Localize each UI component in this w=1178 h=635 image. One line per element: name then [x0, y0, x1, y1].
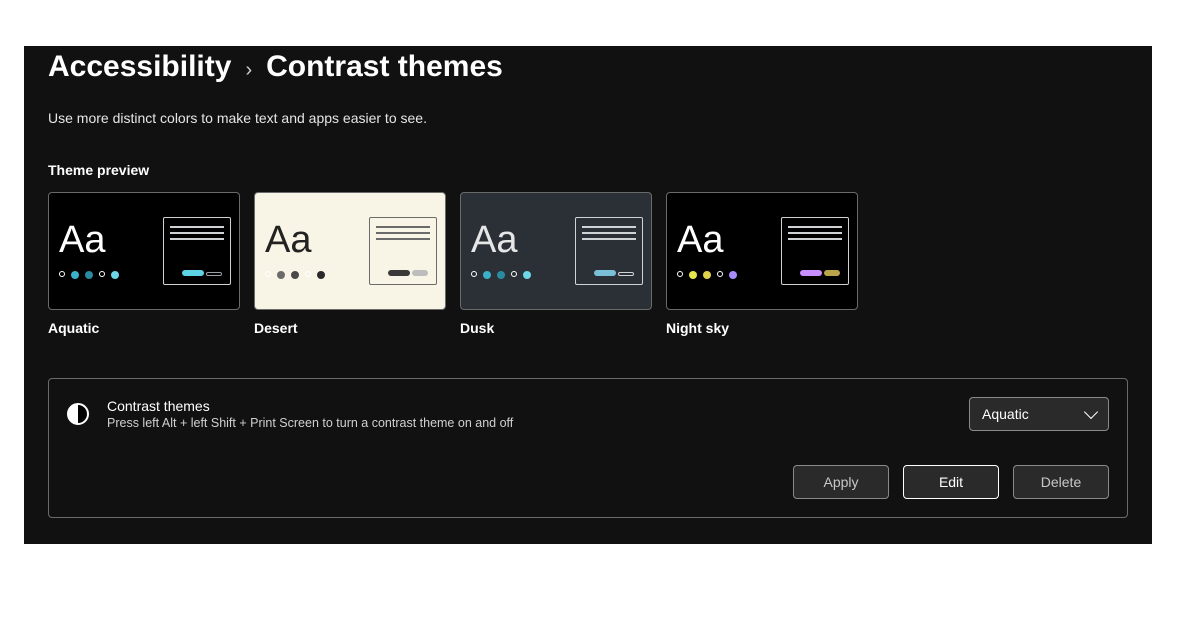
- page-title: Contrast themes: [266, 50, 503, 84]
- chevron-down-icon: [1084, 405, 1098, 419]
- color-dot: [717, 271, 723, 277]
- theme-window-icon: [163, 217, 231, 285]
- settings-button-row: Apply Edit Delete: [67, 465, 1109, 499]
- theme-preview-night-sky[interactable]: Aa: [666, 192, 858, 310]
- theme-color-dots: [265, 271, 325, 279]
- theme-preview-desert[interactable]: Aa: [254, 192, 446, 310]
- color-dot: [677, 271, 683, 277]
- theme-select-value: Aquatic: [982, 406, 1029, 422]
- theme-preview-item: Aa Desert: [254, 192, 446, 336]
- theme-select-dropdown[interactable]: Aquatic: [969, 397, 1109, 431]
- theme-preview-dusk[interactable]: Aa: [460, 192, 652, 310]
- chevron-right-icon: ›: [245, 59, 252, 82]
- theme-sample-text: Aa: [471, 221, 517, 259]
- theme-name-label: Night sky: [666, 320, 858, 336]
- color-dot: [291, 271, 299, 279]
- theme-color-dots: [677, 271, 737, 279]
- color-dot: [317, 271, 325, 279]
- theme-preview-aquatic[interactable]: Aa: [48, 192, 240, 310]
- theme-preview-item: Aa Night sky: [666, 192, 858, 336]
- color-dot: [729, 271, 737, 279]
- edit-button[interactable]: Edit: [903, 465, 999, 499]
- color-dot: [689, 271, 697, 279]
- theme-name-label: Desert: [254, 320, 446, 336]
- delete-button[interactable]: Delete: [1013, 465, 1109, 499]
- settings-text: Contrast themes Press left Alt + left Sh…: [107, 398, 951, 430]
- theme-name-label: Aquatic: [48, 320, 240, 336]
- breadcrumb-parent[interactable]: Accessibility: [48, 50, 231, 84]
- color-dot: [511, 271, 517, 277]
- color-dot: [99, 271, 105, 277]
- contrast-themes-settings: Contrast themes Press left Alt + left Sh…: [48, 378, 1128, 518]
- theme-color-dots: [471, 271, 531, 279]
- theme-preview-item: Aa Dusk: [460, 192, 652, 336]
- color-dot: [523, 271, 531, 279]
- color-dot: [59, 271, 65, 277]
- color-dot: [71, 271, 79, 279]
- page-subtitle: Use more distinct colors to make text an…: [48, 110, 1128, 126]
- theme-preview-row: Aa Aquatic Aa Desert Aa Dusk Aa Night sky: [48, 192, 1128, 336]
- apply-button[interactable]: Apply: [793, 465, 889, 499]
- theme-preview-item: Aa Aquatic: [48, 192, 240, 336]
- theme-preview-label: Theme preview: [48, 162, 1128, 178]
- color-dot: [111, 271, 119, 279]
- theme-window-icon: [575, 217, 643, 285]
- theme-window-icon: [369, 217, 437, 285]
- theme-color-dots: [59, 271, 119, 279]
- breadcrumb: Accessibility › Contrast themes: [48, 46, 1128, 84]
- color-dot: [471, 271, 477, 277]
- theme-sample-text: Aa: [677, 221, 723, 259]
- color-dot: [305, 271, 311, 277]
- contrast-themes-page: Accessibility › Contrast themes Use more…: [24, 46, 1152, 544]
- color-dot: [497, 271, 505, 279]
- color-dot: [85, 271, 93, 279]
- color-dot: [483, 271, 491, 279]
- theme-name-label: Dusk: [460, 320, 652, 336]
- color-dot: [277, 271, 285, 279]
- color-dot: [265, 271, 271, 277]
- settings-title: Contrast themes: [107, 398, 951, 414]
- contrast-icon: [67, 403, 89, 425]
- theme-sample-text: Aa: [265, 221, 311, 259]
- theme-window-icon: [781, 217, 849, 285]
- theme-sample-text: Aa: [59, 221, 105, 259]
- settings-subtitle: Press left Alt + left Shift + Print Scre…: [107, 416, 951, 430]
- color-dot: [703, 271, 711, 279]
